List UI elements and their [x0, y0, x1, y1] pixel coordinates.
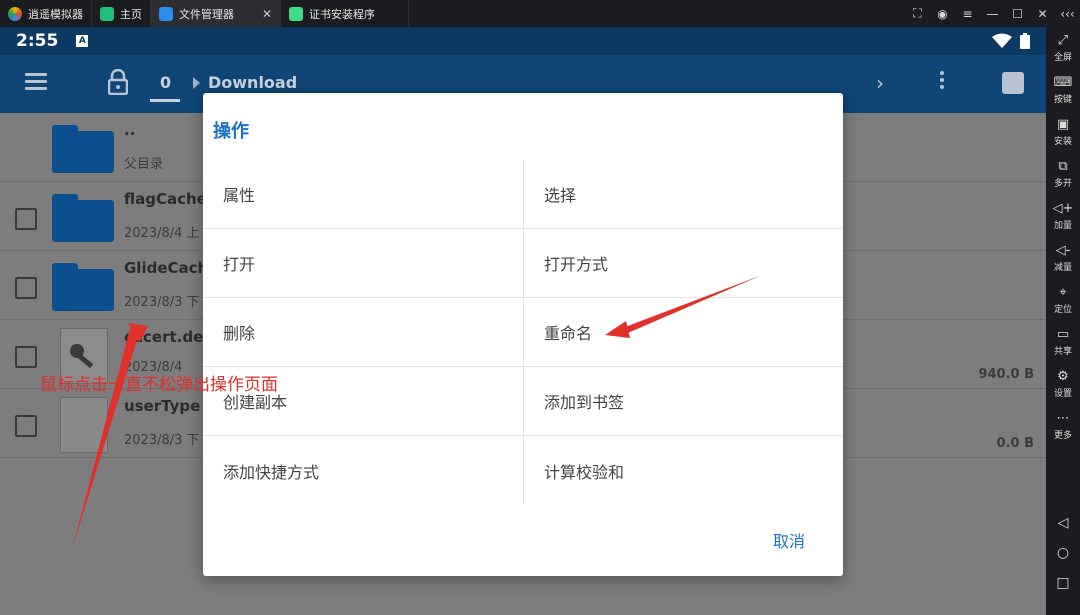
tab-label: 主页: [120, 7, 142, 21]
breadcrumb-root[interactable]: 0: [160, 73, 171, 92]
home-icon[interactable]: ○: [1046, 545, 1080, 561]
dialog-title: 操作: [213, 121, 249, 142]
fullscreen-icon: ⤢: [1057, 33, 1069, 48]
emulator-logo-icon: [8, 6, 22, 21]
actions-dialog: 操作 属性 选择 打开 打开方式 删除 重命名 创建副本 添加到书签 添加快捷方…: [203, 93, 843, 576]
file-name: GlideCach: [124, 259, 209, 277]
sidebar-share[interactable]: ▭ 共享: [1046, 327, 1080, 357]
shared-folder-icon: ▭: [1056, 327, 1070, 342]
file-name: cacert.der: [124, 328, 211, 346]
hamburger-menu-icon[interactable]: [25, 73, 47, 94]
action-select[interactable]: 选择: [523, 160, 843, 229]
file-meta: 2023/8/3 下: [124, 295, 200, 310]
action-open[interactable]: 打开: [203, 229, 523, 298]
file-manager-app-icon: [159, 6, 173, 21]
action-delete[interactable]: 删除: [203, 298, 523, 367]
location-icon: ⌖: [1059, 285, 1067, 300]
recents-icon[interactable]: □: [1046, 575, 1080, 591]
tab-home[interactable]: 主页: [92, 0, 151, 27]
close-window-icon[interactable]: ✕: [1030, 7, 1055, 21]
back-icon[interactable]: ◁: [1046, 515, 1080, 531]
tab-emulator-home[interactable]: 逍遥模拟器: [0, 0, 92, 27]
android-screen: 2:55 A 0 Download › .. 父目录 flagCache 202…: [0, 27, 1046, 615]
file-size: 0.0 B: [996, 436, 1034, 451]
close-icon[interactable]: ✕: [262, 7, 272, 21]
file-name: userType: [124, 397, 201, 415]
folder-icon: [52, 125, 114, 173]
tab-label: 证书安装程序: [309, 7, 375, 21]
file-checkbox[interactable]: [15, 346, 37, 368]
cancel-button[interactable]: 取消: [773, 528, 805, 552]
android-app-icon: [289, 6, 303, 21]
account-icon[interactable]: ◉: [930, 7, 955, 21]
more-icon: ⋯: [1056, 411, 1070, 426]
action-bookmark[interactable]: 添加到书签: [523, 367, 843, 436]
volume-up-icon: ◁+: [1052, 201, 1074, 216]
tab-cert-installer[interactable]: 证书安装程序: [281, 0, 409, 27]
sidebar-location[interactable]: ⌖ 定位: [1046, 285, 1080, 315]
tab-label: 逍遥模拟器: [28, 7, 83, 21]
sidebar-settings[interactable]: ⚙ 设置: [1046, 369, 1080, 399]
file-checkbox[interactable]: [15, 277, 37, 299]
file-meta: 2023/8/4 上: [124, 226, 200, 241]
status-bar: 2:55 A: [0, 27, 1046, 55]
file-meta: 2023/8/3 下: [124, 433, 200, 448]
menu-icon[interactable]: ≡: [955, 7, 980, 21]
sidebar-fullscreen[interactable]: ⤢ 全屏: [1046, 33, 1080, 63]
file-size: 940.0 B: [978, 367, 1034, 382]
tab-file-manager[interactable]: 文件管理器 ✕: [151, 0, 281, 27]
file-checkbox[interactable]: [15, 415, 37, 437]
chevron-right-icon[interactable]: ›: [876, 71, 884, 95]
file-checkbox[interactable]: [15, 208, 37, 230]
action-shortcut[interactable]: 添加快捷方式: [203, 436, 523, 505]
status-time: 2:55: [16, 31, 59, 51]
breadcrumb-separator-icon: [193, 77, 200, 89]
sidebar-volume-down[interactable]: ◁- 减量: [1046, 243, 1080, 273]
minimize-icon[interactable]: —: [980, 7, 1005, 21]
lock-icon[interactable]: [108, 69, 128, 95]
wifi-icon: [992, 33, 1012, 48]
notification-icon: A: [76, 35, 89, 47]
collapse-sidebar-icon[interactable]: ‹‹‹: [1055, 7, 1080, 21]
action-rename[interactable]: 重命名: [523, 298, 843, 367]
action-checksum[interactable]: 计算校验和: [523, 436, 843, 505]
annotation-text: 鼠标点击一直不松弹出操作页面: [40, 375, 278, 395]
gear-icon: ⚙: [1057, 369, 1069, 384]
file-meta: 父目录: [124, 157, 164, 172]
emulator-titlebar: 逍遥模拟器 主页 文件管理器 ✕ 证书安装程序 ⛶ ◉ ≡ — ☐ ✕ ‹‹‹: [0, 0, 1080, 27]
breadcrumb-underline: [150, 99, 180, 102]
file-icon: [60, 397, 108, 453]
home-app-icon: [100, 6, 114, 21]
action-open-with[interactable]: 打开方式: [523, 229, 843, 298]
folder-icon: [52, 263, 114, 311]
sidebar-volume-up[interactable]: ◁+ 加量: [1046, 201, 1080, 231]
window-controls: ⛶ ◉ ≡ — ☐ ✕ ‹‹‹: [905, 0, 1080, 27]
battery-icon: [1020, 33, 1030, 49]
sidebar-install[interactable]: ▣ 安装: [1046, 117, 1080, 147]
maximize-icon[interactable]: ☐: [1005, 7, 1030, 21]
volume-down-icon: ◁-: [1055, 243, 1071, 258]
screenshot-icon[interactable]: ⛶: [905, 6, 930, 21]
sidebar-multi[interactable]: ⧉ 多开: [1046, 159, 1080, 189]
sidebar-more[interactable]: ⋯ 更多: [1046, 411, 1080, 441]
overflow-menu-icon[interactable]: [940, 71, 944, 92]
search-icon[interactable]: [1002, 72, 1024, 94]
multi-instance-icon: ⧉: [1058, 159, 1068, 174]
tab-label: 文件管理器: [179, 7, 234, 21]
breadcrumb-download[interactable]: Download: [208, 73, 297, 92]
file-name: flagCache: [124, 190, 207, 208]
keyboard-icon: ⌨: [1053, 75, 1073, 90]
apk-install-icon: ▣: [1056, 117, 1070, 132]
folder-icon: [52, 194, 114, 242]
sidebar-keymap[interactable]: ⌨ 按键: [1046, 75, 1080, 105]
file-name: ..: [124, 121, 136, 139]
action-properties[interactable]: 属性: [203, 160, 523, 229]
emulator-sidebar: ⤢ 全屏 ⌨ 按键 ▣ 安装 ⧉ 多开 ◁+ 加量 ◁- 减量 ⌖ 定位 ▭ 共享 ⚙ 设置 ⋯ 更…: [1046, 27, 1080, 615]
